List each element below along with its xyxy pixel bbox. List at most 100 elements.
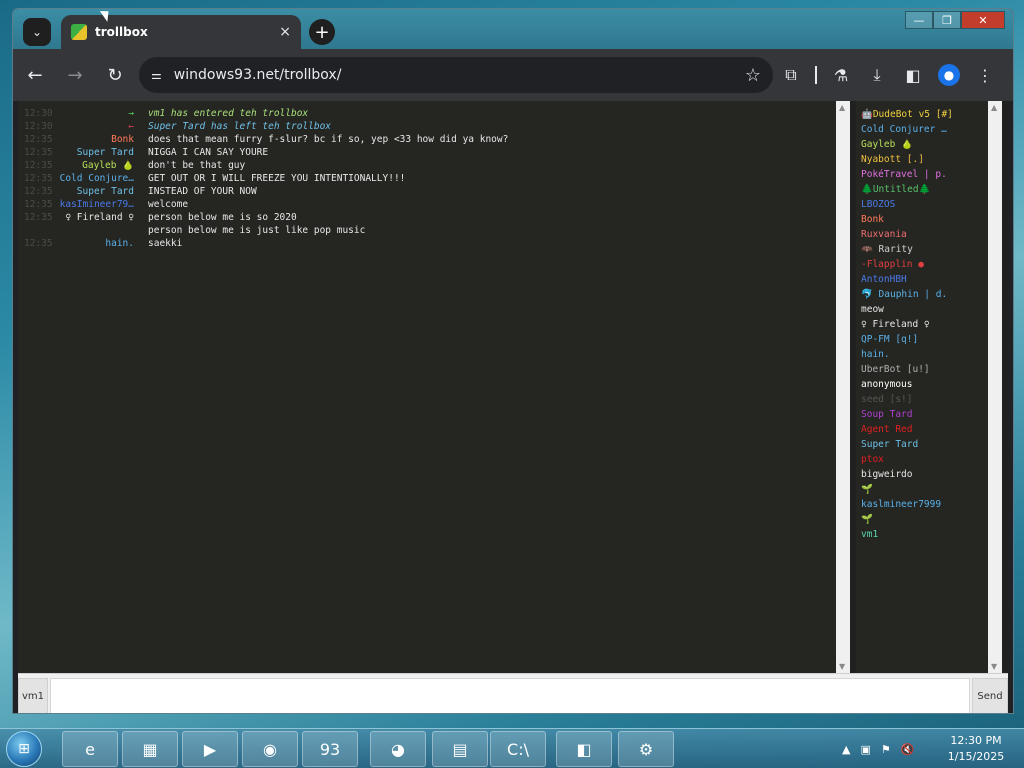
send-button[interactable]: Send (972, 678, 1008, 713)
new-tab-button[interactable]: + (309, 19, 335, 45)
back-button[interactable]: ← (17, 57, 53, 93)
user-list-item[interactable]: UberBot [u!] (856, 362, 988, 377)
message-time: 12:35 (24, 199, 53, 210)
close-window-button[interactable]: ✕ (961, 11, 1005, 29)
minimize-button[interactable]: — (905, 11, 933, 29)
user-list-item[interactable]: 🌱 (856, 512, 988, 527)
user-list-item[interactable]: 🤖DudeBot v5 [#] (856, 107, 988, 122)
message-nick[interactable]: Bonk (54, 133, 144, 146)
message-nick[interactable]: Cold Conjure… (54, 172, 144, 185)
address-bar[interactable]: ⚌ windows93.net/trollbox/ ☆ (139, 57, 773, 93)
scroll-down-icon[interactable]: ▼ (991, 662, 997, 671)
reload-icon: ↻ (107, 64, 123, 86)
message-time: 12:30 (24, 121, 53, 132)
close-tab-icon[interactable]: × (279, 24, 291, 40)
message-nick[interactable] (54, 224, 144, 237)
user-list-item[interactable]: kaslmineer7999 (856, 497, 988, 512)
scroll-up-icon[interactable]: ▲ (991, 103, 997, 112)
taskbar-app-task-manager[interactable]: ▤ (432, 731, 488, 767)
user-list-item[interactable]: Bonk (856, 212, 988, 227)
message-nick[interactable]: Super Tard (54, 185, 144, 198)
scroll-up-icon[interactable]: ▲ (839, 103, 845, 112)
user-list-item[interactable]: hain. (856, 347, 988, 362)
downloads-button[interactable]: ⤓ (859, 57, 895, 93)
user-list-item[interactable]: LBOZOS (856, 197, 988, 212)
maximize-button[interactable]: ❐ (933, 11, 961, 29)
message-nick[interactable]: kasImineer79… (54, 198, 144, 211)
message-nick[interactable]: Super Tard (54, 146, 144, 159)
user-list-item[interactable]: AntonHBH (856, 272, 988, 287)
reload-button[interactable]: ↻ (97, 57, 133, 93)
message-text: person below me is so 2020 (148, 212, 297, 223)
taskbar-app-browser[interactable]: ◉ (242, 731, 298, 767)
message-input[interactable] (50, 678, 970, 713)
message-nick[interactable]: ♀ Fireland ♀ (54, 211, 144, 224)
profile-button[interactable]: ● (931, 57, 967, 93)
tab-title: trollbox (95, 25, 148, 39)
tools-icon: ⚙ (638, 739, 654, 759)
avatar-icon: ● (938, 64, 960, 86)
ie-icon: e (85, 739, 95, 759)
scroll-down-icon[interactable]: ▼ (839, 662, 845, 671)
site-info-icon[interactable]: ⚌ (151, 68, 162, 82)
menu-button[interactable]: ⋮ (967, 57, 1003, 93)
nickname-button[interactable]: vm1 (18, 678, 48, 713)
side-panel-button[interactable]: ◧ (895, 57, 931, 93)
user-list-item[interactable]: meow (856, 302, 988, 317)
taskbar-app-ie[interactable]: e (62, 731, 118, 767)
bookmark-star-icon[interactable]: ☆ (745, 65, 761, 86)
user-list-item[interactable]: 🐬 Dauphin | d. (856, 287, 988, 302)
tab-trollbox[interactable]: trollbox × (61, 15, 301, 49)
user-list-item[interactable]: bigweirdo (856, 467, 988, 482)
user-list-item[interactable]: -Flapplin ● (856, 257, 988, 272)
forward-button[interactable]: → (57, 57, 93, 93)
labs-button[interactable]: ⚗ (823, 57, 859, 93)
taskbar-app-tools[interactable]: ⚙ (618, 731, 674, 767)
message-nick[interactable]: Gayleb 🍐 (54, 159, 144, 172)
message-text: person below me is just like pop music (148, 225, 366, 236)
user-list-item[interactable]: Ruxvania (856, 227, 988, 242)
network-tray-icon[interactable]: ▣ (860, 743, 870, 756)
user-list-item[interactable]: Agent Red (856, 422, 988, 437)
message-text: INSTEAD OF YOUR NOW (148, 186, 257, 197)
taskbar: ⊞ e ▦ ▶ ◉ 93 ◕ ▤ C:\ ◧ ⚙ ▲ ▣ ⚑ 🔇 12:30 PM 1/15/20… (0, 728, 1024, 768)
user-list-item[interactable]: 🦇 Rarity (856, 242, 988, 257)
system-tray: ▲ ▣ ⚑ 🔇 (842, 729, 924, 768)
user-list-item[interactable]: QP-FM [q!] (856, 332, 988, 347)
user-list-item[interactable]: Soup Tard (856, 407, 988, 422)
chat-scrollbar[interactable]: ▲ ▼ (836, 101, 850, 673)
taskbar-app-network[interactable]: ◧ (556, 731, 612, 767)
clock[interactable]: 12:30 PM 1/15/2025 (936, 733, 1016, 765)
user-list-item[interactable]: 🌲Untitled🌲 (856, 182, 988, 197)
user-list-item[interactable]: Gayleb 🍐 (856, 137, 988, 152)
user-list-item[interactable]: anonymous (856, 377, 988, 392)
favicon-icon (71, 24, 87, 40)
user-list-item[interactable]: ♀ Fireland ♀ (856, 317, 988, 332)
message-nick[interactable]: → (54, 107, 144, 120)
clock-time: 12:30 PM (950, 734, 1002, 747)
taskbar-app-discord[interactable]: ◕ (370, 731, 426, 767)
message-nick[interactable]: hain. (54, 237, 144, 250)
userlist-scrollbar[interactable]: ▲ ▼ (988, 101, 1002, 673)
taskbar-app-folder[interactable]: ▦ (122, 731, 178, 767)
flag-icon[interactable]: ⚑ (881, 743, 891, 756)
user-list-item[interactable]: vm1 (856, 527, 988, 542)
taskbar-app-media-player[interactable]: ▶ (182, 731, 238, 767)
taskbar-app-win93[interactable]: 93 (302, 731, 358, 767)
taskbar-app-cmd[interactable]: C:\ (490, 731, 546, 767)
user-list-item[interactable]: Nyabott [.] (856, 152, 988, 167)
user-list-item[interactable]: Cold Conjurer … (856, 122, 988, 137)
extensions-button[interactable]: ⧉ (773, 57, 809, 93)
message-nick[interactable]: ← (54, 120, 144, 133)
user-list-item[interactable]: 🌱 (856, 482, 988, 497)
user-list-item[interactable]: PokéTravel | p. (856, 167, 988, 182)
chevron-down-icon: ⌄ (31, 25, 43, 39)
chat-message: 12:35 Super Tard INSTEAD OF YOUR NOW (18, 185, 836, 198)
tab-search-button[interactable]: ⌄ (23, 18, 51, 46)
volume-muted-icon[interactable]: 🔇 (901, 743, 915, 756)
user-list-item[interactable]: Super Tard (856, 437, 988, 452)
user-list-item[interactable]: seed [s!] (856, 392, 988, 407)
user-list-item[interactable]: ptox (856, 452, 988, 467)
tray-expand-icon[interactable]: ▲ (842, 743, 850, 756)
start-button[interactable]: ⊞ (6, 731, 42, 767)
